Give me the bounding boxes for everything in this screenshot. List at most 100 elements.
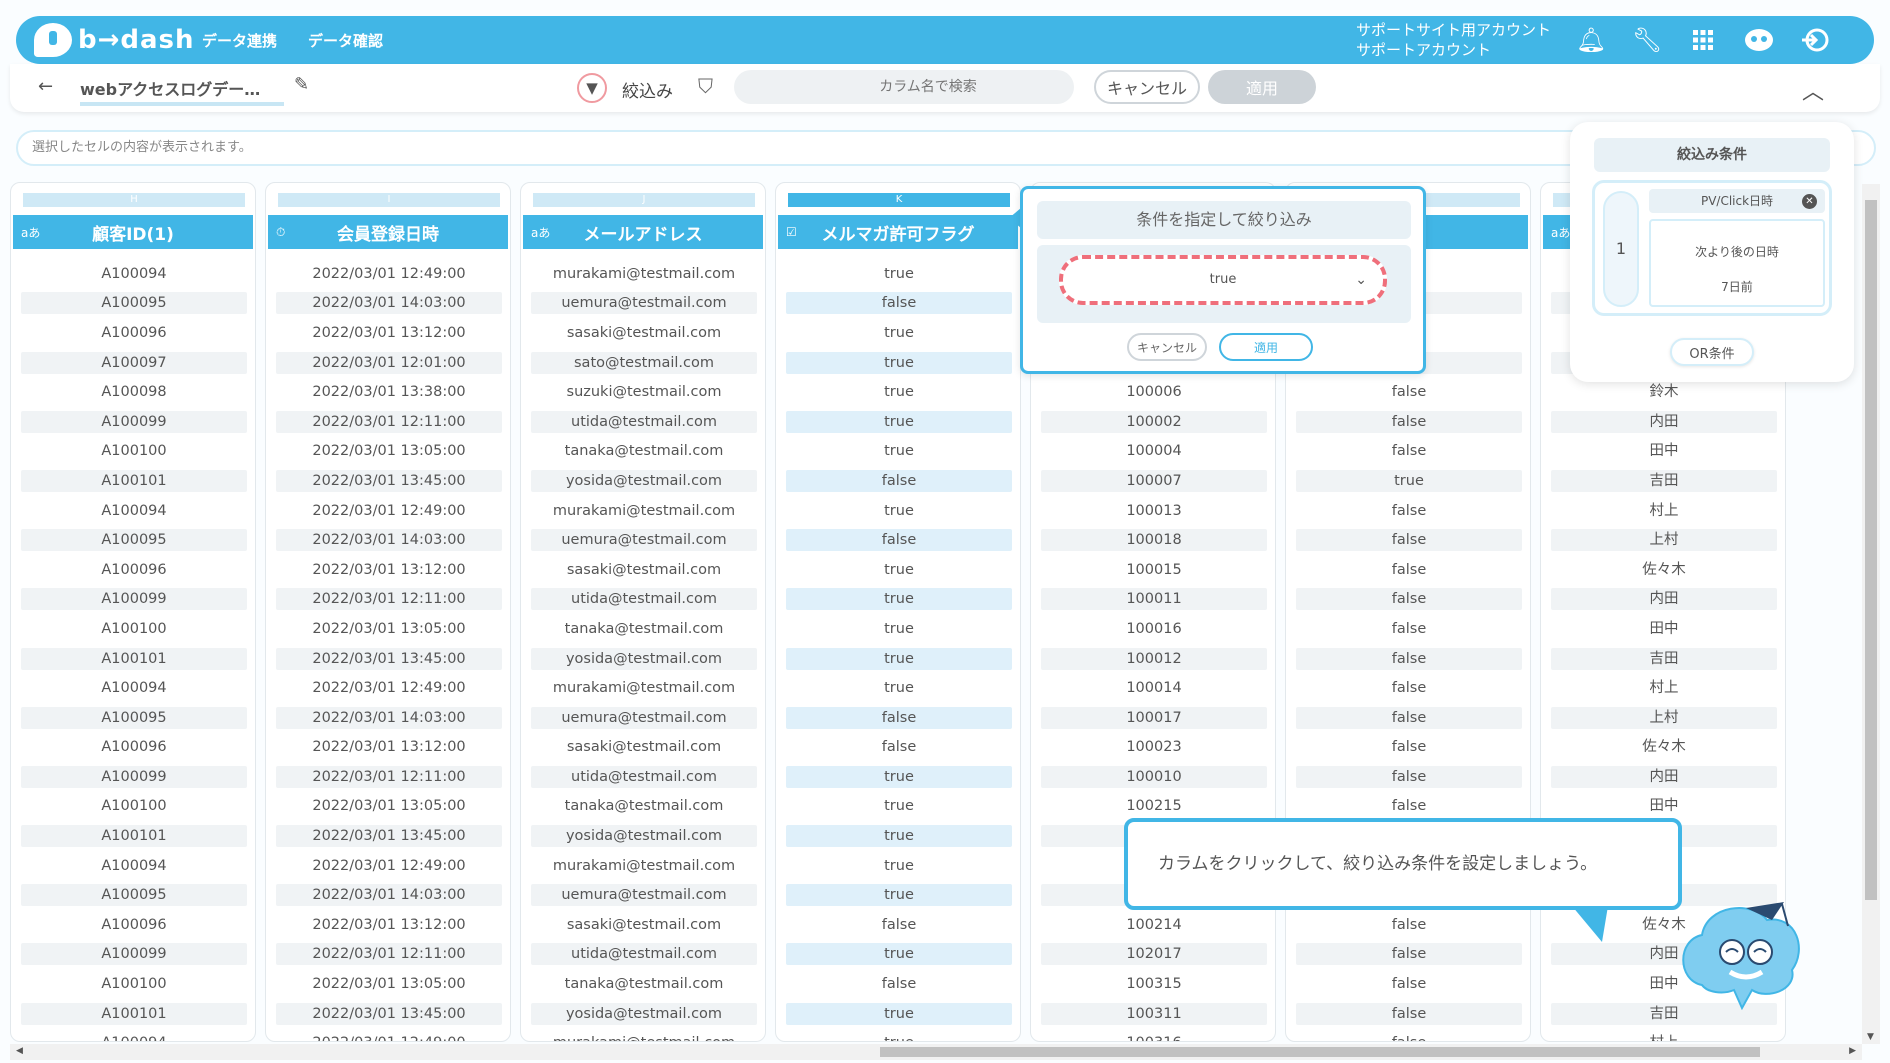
table-cell[interactable]: false [1286,555,1530,585]
table-cell[interactable]: tanaka@testmail.com [521,614,765,644]
popup-apply-button[interactable]: 適用 [1219,333,1313,361]
table-cell[interactable]: false [1286,733,1530,763]
table-cell[interactable]: 2022/03/01 12:11:00 [266,762,510,792]
table-cell[interactable]: uemura@testmail.com [521,525,765,555]
vertical-scroll-thumb[interactable] [1865,200,1877,900]
table-cell[interactable]: 2022/03/01 13:45:00 [266,644,510,674]
table-cell[interactable]: utida@testmail.com [521,762,765,792]
table-cell[interactable]: A100099 [11,407,255,437]
table-cell[interactable]: true [776,762,1020,792]
table-cell[interactable]: A100101 [11,466,255,496]
table-cell[interactable]: false [1286,792,1530,822]
table-cell[interactable]: 100023 [1031,733,1275,763]
table-cell[interactable]: false [776,703,1020,733]
table-cell[interactable]: A100098 [11,377,255,407]
table-cell[interactable]: 田中 [1541,614,1785,644]
table-cell[interactable]: 2022/03/01 13:05:00 [266,437,510,467]
table-cell[interactable]: 2022/03/01 12:11:00 [266,940,510,970]
table-cell[interactable]: A100100 [11,614,255,644]
horizontal-scroll-thumb[interactable] [880,1047,1760,1057]
table-cell[interactable]: 2022/03/01 12:01:00 [266,348,510,378]
table-cell[interactable]: false [776,525,1020,555]
table-cell[interactable]: 2022/03/01 12:49:00 [266,851,510,881]
table-cell[interactable]: true [776,644,1020,674]
table-cell[interactable]: true [776,1028,1020,1041]
table-cell[interactable]: A100097 [11,348,255,378]
value-select[interactable]: true ⌄ [1059,255,1387,305]
remove-condition-icon[interactable]: ✕ [1802,194,1817,209]
table-cell[interactable]: 100017 [1031,703,1275,733]
table-cell[interactable]: A100099 [11,585,255,615]
table-cell[interactable]: utida@testmail.com [521,585,765,615]
table-cell[interactable]: 上村 [1541,703,1785,733]
table-cell[interactable]: A100099 [11,762,255,792]
table-cell[interactable]: false [776,910,1020,940]
table-cell[interactable]: 内田 [1541,762,1785,792]
table-cell[interactable]: 内田 [1541,407,1785,437]
table-cell[interactable]: A100095 [11,289,255,319]
table-cell[interactable]: 102017 [1031,940,1275,970]
table-cell[interactable]: 2022/03/01 14:03:00 [266,703,510,733]
column-letter[interactable]: I [278,193,500,207]
table-cell[interactable]: 100011 [1031,585,1275,615]
scroll-down-arrow-icon[interactable]: ▼ [1867,1032,1874,1042]
table-cell[interactable]: 100014 [1031,673,1275,703]
table-cell[interactable]: A100094 [11,1028,255,1041]
table-cell[interactable]: 田中 [1541,792,1785,822]
table-cell[interactable]: false [1286,437,1530,467]
account-info[interactable]: サポートサイト用アカウント サポートアカウント [1356,20,1551,60]
table-cell[interactable]: false [1286,614,1530,644]
condition-card[interactable]: 1 PV/Click日時 ✕ 次より後の日時 7日前 [1592,180,1832,316]
column-0[interactable]: Haあ 顧客ID(1) A100094 A100095 A100096 A100097 A1… [10,182,256,1042]
table-cell[interactable]: uemura@testmail.com [521,703,765,733]
table-cell[interactable]: 2022/03/01 12:11:00 [266,585,510,615]
table-cell[interactable]: false [1286,910,1530,940]
table-cell[interactable]: true [776,377,1020,407]
column-header[interactable]: aあ 顧客ID(1) [13,215,253,249]
table-cell[interactable]: 2022/03/01 12:49:00 [266,259,510,289]
table-cell[interactable]: false [1286,377,1530,407]
table-cell[interactable]: utida@testmail.com [521,407,765,437]
table-cell[interactable]: A100094 [11,496,255,526]
vertical-scrollbar[interactable]: ▼ [1862,184,1880,1044]
table-cell[interactable]: murakami@testmail.com [521,673,765,703]
table-cell[interactable]: 100016 [1031,614,1275,644]
table-cell[interactable]: sato@testmail.com [521,348,765,378]
table-cell[interactable]: 2022/03/01 13:12:00 [266,910,510,940]
table-cell[interactable]: A100101 [11,644,255,674]
table-cell[interactable]: true [776,999,1020,1029]
table-cell[interactable]: A100095 [11,880,255,910]
column-header[interactable]: ⏱ 会員登録日時 [268,215,508,249]
filter-icon[interactable]: ▼ [577,73,607,103]
table-cell[interactable]: tanaka@testmail.com [521,792,765,822]
table-cell[interactable]: A100100 [11,792,255,822]
file-name[interactable]: webアクセスログデー… [80,76,285,106]
table-cell[interactable]: 100316 [1031,1028,1275,1041]
back-arrow-icon[interactable]: ← [38,76,53,97]
mascot-help-icon[interactable] [1744,26,1774,54]
toolbar-apply-button[interactable]: 適用 [1208,70,1316,104]
table-cell[interactable]: A100099 [11,940,255,970]
table-cell[interactable]: uemura@testmail.com [521,880,765,910]
table-cell[interactable]: 100215 [1031,792,1275,822]
table-cell[interactable]: 2022/03/01 13:38:00 [266,377,510,407]
table-cell[interactable]: false [1286,407,1530,437]
table-cell[interactable]: 2022/03/01 12:49:00 [266,496,510,526]
table-cell[interactable]: 100007 [1031,466,1275,496]
table-cell[interactable]: A100096 [11,733,255,763]
table-cell[interactable]: 100006 [1031,377,1275,407]
table-cell[interactable]: tanaka@testmail.com [521,969,765,999]
table-cell[interactable]: true [776,851,1020,881]
logo[interactable]: b→dash [34,22,195,58]
table-cell[interactable]: true [776,555,1020,585]
table-cell[interactable]: false [776,466,1020,496]
table-cell[interactable]: true [776,792,1020,822]
nav-data-check[interactable]: データ確認 [308,30,383,51]
table-cell[interactable]: 100012 [1031,644,1275,674]
table-cell[interactable]: 2022/03/01 13:12:00 [266,733,510,763]
table-cell[interactable]: 村上 [1541,673,1785,703]
table-cell[interactable]: 100015 [1031,555,1275,585]
table-cell[interactable]: A100094 [11,673,255,703]
column-header[interactable]: ☑ メルマガ許可フラグ [778,215,1018,249]
table-cell[interactable]: 上村 [1541,525,1785,555]
